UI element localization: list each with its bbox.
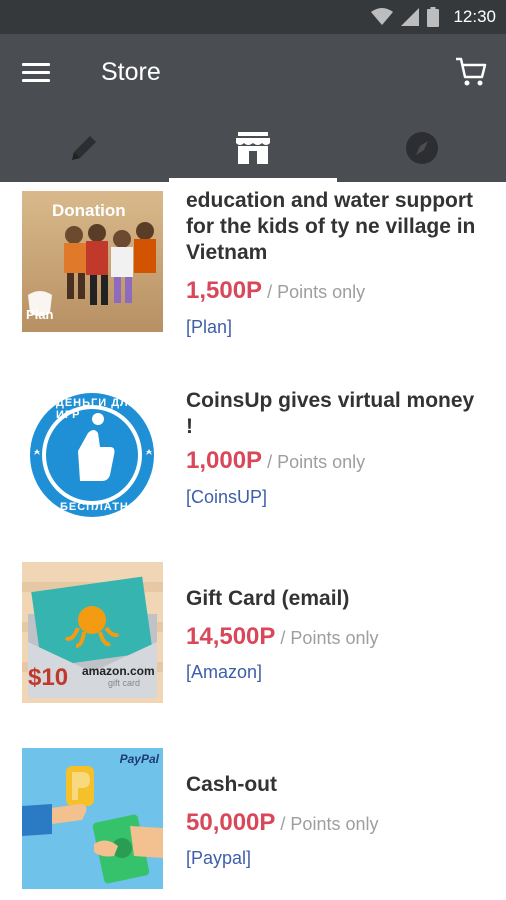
app-bar: Store xyxy=(0,34,506,114)
battery-icon xyxy=(427,7,440,27)
status-time: 12:30 xyxy=(453,7,496,26)
item-vendor: [Amazon] xyxy=(186,662,263,682)
item-vendor: [Paypal] xyxy=(186,848,252,868)
item-thumbnail-donation: Donation Plan xyxy=(22,191,163,332)
thumb-coinsup-bottom-text: БЕСПЛАТНО! xyxy=(60,501,144,513)
item-title: Cash-out xyxy=(186,773,277,796)
item-price-suffix: / Points only xyxy=(262,282,366,302)
thumb-amazon-sub: gift card xyxy=(108,678,141,688)
item-price: 1,000P xyxy=(186,447,263,474)
store-item[interactable]: $10 amazon.com gift card Gift Card (emai… xyxy=(0,562,506,742)
cart-icon xyxy=(456,57,487,86)
item-price-row: 50,000P / Points only xyxy=(186,809,378,837)
thumb-amazon-amount: $10 xyxy=(28,664,69,691)
item-price-suffix: / Points only xyxy=(275,628,379,648)
menu-button[interactable] xyxy=(22,58,56,88)
cell-signal-icon xyxy=(401,8,420,26)
item-thumbnail-amazon: $10 amazon.com gift card xyxy=(22,562,163,703)
item-title: CoinsUp gives virtual money ! xyxy=(186,389,475,438)
cart-button[interactable] xyxy=(454,56,490,90)
store-item[interactable]: ДЕНЬГИ ДЛЯ ИГР БЕСПЛАТНО! CoinsUp gives … xyxy=(0,372,506,552)
store-icon xyxy=(236,132,270,164)
item-title: education and water support for the kids… xyxy=(186,189,476,264)
tab-store[interactable] xyxy=(168,114,338,182)
thumb-paypal-brand: PayPal xyxy=(119,752,159,766)
item-price: 50,000P xyxy=(186,809,276,836)
item-price-row: 1,500P / Points only xyxy=(186,277,365,305)
item-price-suffix: / Points only xyxy=(275,814,379,834)
thumb-coinsup-top-text: ДЕНЬГИ ДЛЯ ИГР xyxy=(56,397,138,421)
hamburger-icon xyxy=(22,63,50,66)
thumb-amazon-brand: amazon.com xyxy=(82,664,155,678)
item-price-suffix: / Points only xyxy=(262,452,366,472)
pencil-icon xyxy=(72,136,97,160)
item-title: Gift Card (email) xyxy=(186,587,350,610)
store-item[interactable]: PayPal Cash-out 50,000P / Points only [P… xyxy=(0,748,506,900)
store-item[interactable]: Donation Plan education and water suppor… xyxy=(0,182,506,362)
thumb-plan-logo-text: Plan xyxy=(26,307,54,322)
status-bar: 12:30 xyxy=(0,0,506,34)
wifi-icon xyxy=(371,8,394,25)
tab-explore[interactable] xyxy=(337,114,506,182)
item-vendor: [Plan] xyxy=(186,317,233,337)
item-thumbnail-paypal: PayPal xyxy=(22,748,163,889)
compass-icon xyxy=(405,132,438,164)
tab-write[interactable] xyxy=(0,114,169,182)
item-price-row: 1,000P / Points only xyxy=(186,447,365,475)
page-title: Store xyxy=(101,58,161,86)
item-thumbnail-coinsup: ДЕНЬГИ ДЛЯ ИГР БЕСПЛАТНО! xyxy=(22,385,163,526)
thumb-donation-label: Donation xyxy=(52,201,126,220)
item-price: 14,500P xyxy=(186,623,276,650)
tab-bar xyxy=(0,114,506,182)
item-vendor: [CoinsUP] xyxy=(186,487,268,507)
item-price-row: 14,500P / Points only xyxy=(186,623,378,651)
item-price: 1,500P xyxy=(186,277,263,304)
